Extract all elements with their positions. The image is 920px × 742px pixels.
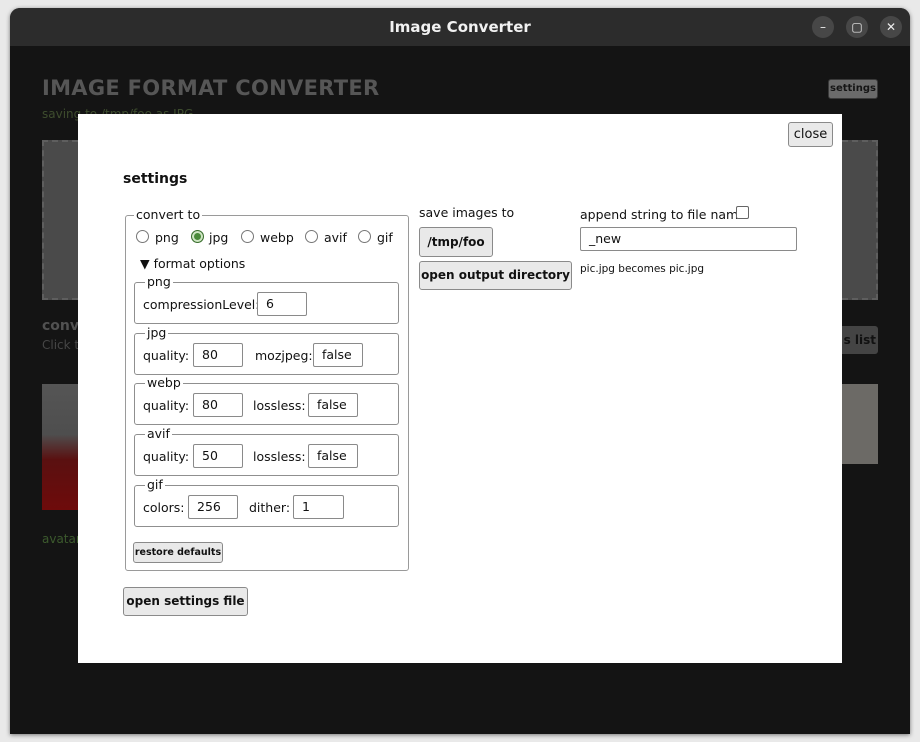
append-string-checkbox[interactable] <box>736 206 749 219</box>
avif-quality-label: quality: <box>143 449 190 464</box>
gif-options: gif colors: 256 dither: 1 <box>134 477 399 527</box>
thumbnail-image[interactable] <box>42 384 80 510</box>
webp-options: webp quality: 80 lossless: false <box>134 375 399 425</box>
radio-avif[interactable] <box>305 230 318 243</box>
thumbnail-caption: avatar <box>42 532 81 546</box>
gif-legend: gif <box>145 477 165 492</box>
gif-colors-label: colors: <box>143 500 185 515</box>
thumbnail-image[interactable] <box>840 384 878 464</box>
mozjpeg-label: mozjpeg: <box>255 348 313 363</box>
radio-webp[interactable] <box>241 230 254 243</box>
click-hint: Click t <box>42 338 80 352</box>
converted-heading: conv <box>42 318 80 334</box>
compression-label: compressionLevel: <box>143 297 260 312</box>
minimize-button[interactable]: – <box>812 16 834 38</box>
gif-dither-input[interactable]: 1 <box>293 495 344 519</box>
settings-modal: close settings convert to png jpg webp a… <box>78 114 842 663</box>
settings-button[interactable]: settings <box>828 79 878 99</box>
avif-legend: avif <box>145 426 172 441</box>
avif-quality-input[interactable]: 50 <box>193 444 243 468</box>
window-title: Image Converter <box>389 18 531 36</box>
jpg-quality-label: quality: <box>143 348 190 363</box>
gif-dither-label: dither: <box>249 500 291 515</box>
png-options: png compressionLevel: 6 <box>134 274 399 324</box>
jpg-options: jpg quality: 80 mozjpeg: false <box>134 325 399 375</box>
compression-input[interactable]: 6 <box>257 292 307 316</box>
webp-lossless-input[interactable]: false <box>308 393 358 417</box>
avif-lossless-label: lossless: <box>253 449 306 464</box>
avif-lossless-input[interactable]: false <box>308 444 358 468</box>
filename-example: pic.jpg becomes pic.jpg <box>580 263 705 275</box>
format-options-toggle[interactable]: ▼ format options <box>140 256 245 271</box>
webp-quality-label: quality: <box>143 398 190 413</box>
open-settings-file-button[interactable]: open settings file <box>123 587 248 616</box>
jpg-quality-input[interactable]: 80 <box>193 343 243 367</box>
gif-colors-input[interactable]: 256 <box>188 495 238 519</box>
webp-lossless-label: lossless: <box>253 398 306 413</box>
maximize-button[interactable]: ▢ <box>846 16 868 38</box>
avif-options: avif quality: 50 lossless: false <box>134 426 399 476</box>
convert-to-legend: convert to <box>134 207 203 222</box>
radio-jpg[interactable] <box>191 230 204 243</box>
close-button[interactable]: close <box>788 122 833 147</box>
convert-to-fieldset: convert to png jpg webp avif gif ▼ forma… <box>125 207 409 571</box>
radio-label-png[interactable]: png <box>155 230 179 245</box>
radio-label-avif[interactable]: avif <box>324 230 347 245</box>
mozjpeg-input[interactable]: false <box>313 343 363 367</box>
radio-gif[interactable] <box>358 230 371 243</box>
append-string-input[interactable]: _new <box>580 227 797 251</box>
png-legend: png <box>145 274 173 289</box>
radio-png[interactable] <box>136 230 149 243</box>
save-images-label: save images to <box>419 205 515 220</box>
modal-heading: settings <box>123 171 188 187</box>
webp-quality-input[interactable]: 80 <box>193 393 243 417</box>
app-title: IMAGE FORMAT CONVERTER <box>42 76 380 100</box>
radio-label-jpg[interactable]: jpg <box>209 230 228 245</box>
close-window-button[interactable]: ✕ <box>880 16 902 38</box>
jpg-legend: jpg <box>145 325 169 340</box>
format-radio-group: png jpg webp avif gif <box>136 230 408 246</box>
append-string-label: append string to file name <box>580 207 746 222</box>
restore-defaults-button[interactable]: restore defaults <box>133 542 223 563</box>
output-path-button[interactable]: /tmp/foo <box>419 227 493 257</box>
radio-label-gif[interactable]: gif <box>377 230 393 245</box>
open-output-directory-button[interactable]: open output directory <box>419 261 572 290</box>
webp-legend: webp <box>145 375 183 390</box>
title-bar: Image Converter – ▢ ✕ <box>10 8 910 46</box>
radio-label-webp[interactable]: webp <box>260 230 294 245</box>
